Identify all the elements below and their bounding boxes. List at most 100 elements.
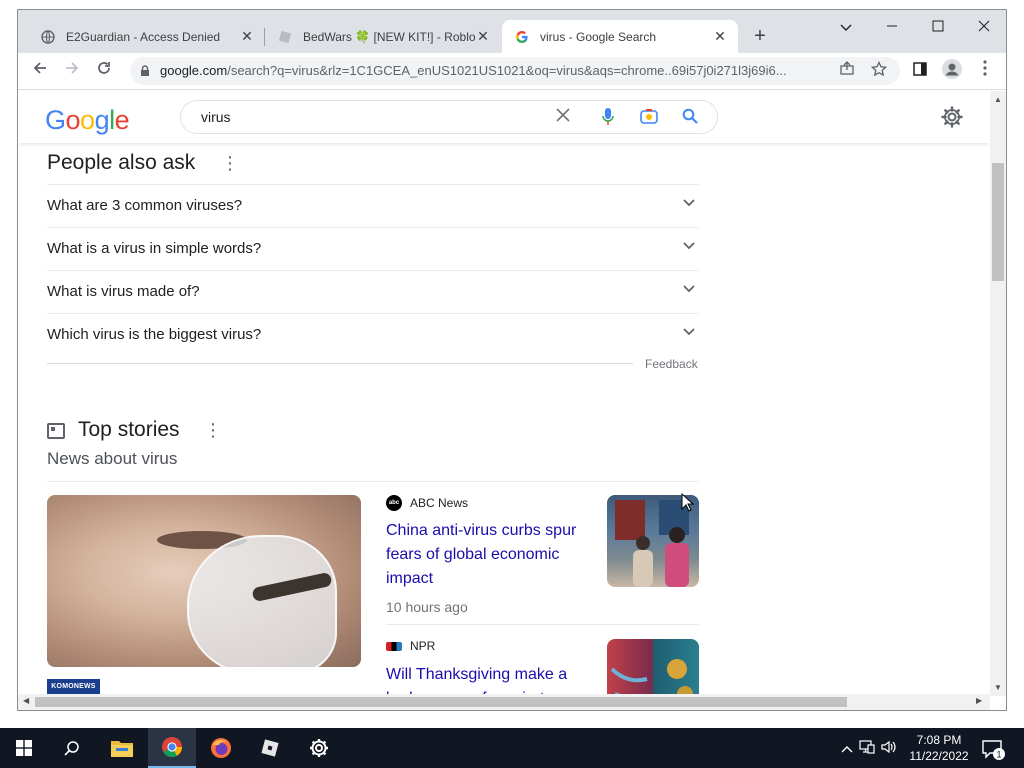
- tab-title: E2Guardian - Access Denied: [66, 29, 221, 44]
- new-tab-button[interactable]: +: [748, 25, 772, 49]
- mouse-cursor-icon: [681, 493, 695, 512]
- more-options-icon[interactable]: ⋮: [221, 153, 239, 174]
- story-thumbnail[interactable]: [607, 639, 699, 696]
- close-tab-icon[interactable]: ✕: [712, 28, 728, 45]
- paa-question[interactable]: What is a virus in simple words?: [47, 227, 699, 270]
- paa-question-text: What is virus made of?: [47, 283, 200, 300]
- url-text: google.com/search?q=virus&rlz=1C1GCEA_en…: [160, 63, 820, 78]
- komo-news-logo: KOMONEWS: [47, 679, 100, 694]
- image-search-icon[interactable]: [639, 108, 659, 128]
- lock-icon[interactable]: [140, 64, 150, 76]
- share-icon[interactable]: [837, 61, 857, 81]
- scrollbar-thumb[interactable]: [35, 697, 847, 707]
- tab-e2guardian[interactable]: E2Guardian - Access Denied ✕: [28, 20, 265, 53]
- bookmark-star-icon[interactable]: [869, 60, 889, 81]
- close-window-button[interactable]: [964, 16, 1004, 38]
- notification-center-icon[interactable]: 1: [980, 736, 1006, 762]
- clear-search-icon[interactable]: [553, 108, 573, 128]
- feedback-link[interactable]: Feedback: [645, 357, 698, 371]
- abc-news-logo: abc: [386, 495, 402, 511]
- vertical-scrollbar[interactable]: ▲ ▼: [990, 91, 1006, 696]
- roblox-icon: [277, 29, 293, 45]
- tab-title: virus - Google Search: [540, 29, 657, 44]
- google-logo[interactable]: Google: [45, 105, 130, 136]
- settings-icon[interactable]: [295, 728, 343, 768]
- top-stories-subtitle: News about virus: [47, 449, 178, 468]
- paa-question-text: Which virus is the biggest virus?: [47, 326, 262, 343]
- show-hidden-icons-icon[interactable]: [838, 741, 856, 756]
- search-icon[interactable]: [48, 728, 96, 768]
- scroll-right-icon[interactable]: ▶: [976, 696, 982, 705]
- scroll-down-icon[interactable]: ▼: [994, 683, 1002, 692]
- clock-date: 11/22/2022: [909, 749, 969, 763]
- image-detail: [187, 535, 337, 667]
- story-source-name: ABC News: [410, 496, 469, 510]
- clock-time: 7:08 PM: [916, 733, 962, 747]
- chrome-menu-icon[interactable]: [973, 59, 997, 83]
- scroll-left-icon[interactable]: ◀: [23, 696, 29, 705]
- address-bar[interactable]: google.com/search?q=virus&rlz=1C1GCEA_en…: [130, 57, 900, 85]
- chevron-down-icon[interactable]: [683, 281, 695, 296]
- forward-icon[interactable]: [60, 59, 84, 83]
- profile-avatar-icon[interactable]: [940, 59, 964, 83]
- story-main-image[interactable]: [47, 495, 361, 667]
- paa-question[interactable]: What are 3 common viruses?: [47, 184, 699, 227]
- more-options-icon[interactable]: ⋮: [204, 420, 222, 441]
- firefox-icon[interactable]: [197, 728, 245, 768]
- search-icon[interactable]: [680, 108, 700, 128]
- search-box[interactable]: virus: [180, 100, 718, 134]
- taskbar: 7:08 PM 11/22/2022 1: [0, 728, 1024, 768]
- story-source-name: NPR: [410, 639, 436, 653]
- google-header: Google virus: [18, 91, 990, 143]
- file-explorer-icon[interactable]: [98, 728, 146, 768]
- chevron-down-icon[interactable]: [683, 195, 695, 210]
- start-icon[interactable]: [0, 728, 48, 768]
- paa-question-text: What is a virus in simple words?: [47, 240, 262, 257]
- paa-question[interactable]: What is virus made of?: [47, 270, 699, 313]
- chevron-down-icon[interactable]: [683, 324, 695, 339]
- chevron-down-icon[interactable]: [683, 238, 695, 253]
- divider: [47, 481, 699, 482]
- google-icon: [514, 29, 530, 45]
- clock[interactable]: 7:08 PM 11/22/2022: [902, 732, 976, 764]
- story-source: abc ABC News: [386, 495, 468, 511]
- network-icon[interactable]: [856, 739, 878, 757]
- minimize-button[interactable]: [872, 16, 912, 38]
- back-icon[interactable]: [28, 59, 52, 83]
- reload-icon[interactable]: [92, 59, 116, 83]
- volume-icon[interactable]: [878, 740, 900, 757]
- scrollbar-thumb[interactable]: [992, 163, 1004, 281]
- globe-icon: [40, 29, 56, 45]
- browser-toolbar: google.com/search?q=virus&rlz=1C1GCEA_en…: [18, 53, 1006, 90]
- story-headline[interactable]: Will Thanksgiving make a bad season of r…: [386, 663, 586, 696]
- top-stories-heading: Top stories: [78, 418, 180, 441]
- chrome-window: E2Guardian - Access Denied ✕ BedWars 🍀 […: [17, 9, 1007, 711]
- story-time: 10 hours ago: [386, 599, 468, 615]
- gear-icon[interactable]: [940, 106, 964, 130]
- tab-bedwars[interactable]: BedWars 🍀 [NEW KIT!] - Roblox ✕: [265, 20, 501, 53]
- horizontal-scrollbar[interactable]: ◀ ▶: [18, 694, 990, 710]
- news-icon: [47, 423, 65, 439]
- close-tab-icon[interactable]: ✕: [239, 28, 255, 45]
- desktop: E2Guardian - Access Denied ✕ BedWars 🍀 […: [0, 0, 1024, 768]
- voice-search-icon[interactable]: [598, 108, 618, 128]
- story-source: NPR: [386, 639, 435, 653]
- maximize-button[interactable]: [918, 16, 958, 38]
- system-tray: [838, 728, 900, 768]
- side-panel-icon[interactable]: [908, 59, 932, 83]
- scroll-up-icon[interactable]: ▲: [994, 95, 1002, 104]
- tab-google-search[interactable]: virus - Google Search ✕: [502, 20, 738, 53]
- tab-search-icon[interactable]: [826, 16, 866, 38]
- search-input[interactable]: virus: [201, 109, 231, 125]
- close-tab-icon[interactable]: ✕: [475, 28, 491, 45]
- paa-question[interactable]: Which virus is the biggest virus?: [47, 313, 699, 356]
- paa-question-text: What are 3 common viruses?: [47, 197, 243, 214]
- people-also-ask-heading: People also ask: [47, 151, 196, 174]
- npr-logo: [386, 641, 402, 651]
- story-headline[interactable]: China anti-virus curbs spur fears of glo…: [386, 519, 586, 591]
- roblox-icon[interactable]: [246, 728, 294, 768]
- divider: [47, 363, 633, 364]
- url-path: /search?q=virus&rlz=1C1GCEA_enUS1021US10…: [227, 63, 787, 78]
- notification-count: 1: [996, 750, 1001, 760]
- chrome-icon[interactable]: [148, 728, 196, 768]
